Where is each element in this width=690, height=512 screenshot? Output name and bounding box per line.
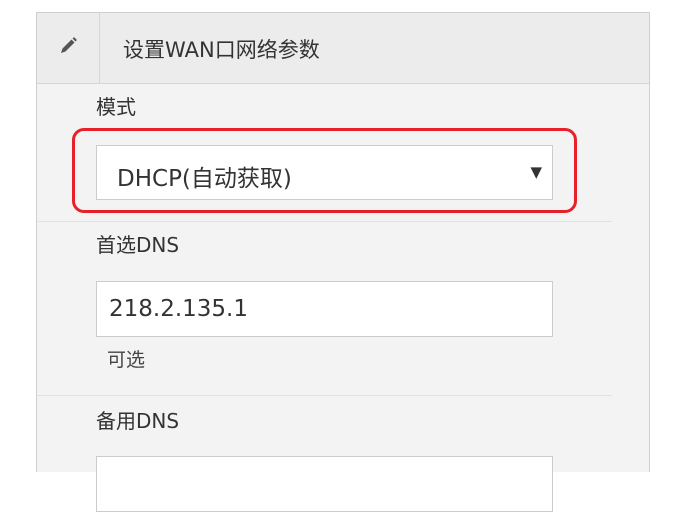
primary-dns-hint: 可选 [107, 349, 146, 371]
secondary-dns-input[interactable] [96, 456, 553, 512]
primary-dns-label: 首选DNS [96, 233, 180, 257]
edit-icon-cell [37, 13, 100, 83]
secondary-dns-label: 备用DNS [96, 409, 180, 433]
mode-label: 模式 [96, 95, 136, 119]
primary-dns-input[interactable] [96, 281, 553, 337]
section-divider [37, 221, 612, 222]
highlight-annotation [72, 128, 577, 213]
pencil-icon [58, 36, 78, 60]
section-divider [37, 395, 612, 396]
panel-title: 设置WAN口网络参数 [123, 38, 320, 62]
